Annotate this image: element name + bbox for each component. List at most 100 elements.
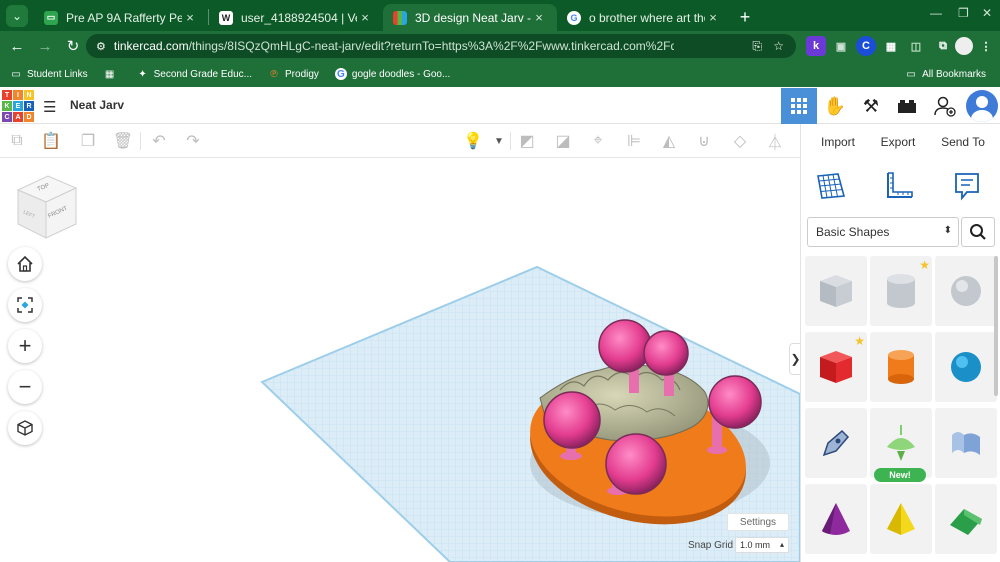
workplane-tool-icon[interactable] bbox=[811, 166, 851, 206]
send-to-button[interactable]: Send To bbox=[931, 130, 995, 154]
cylinder-shape[interactable] bbox=[870, 332, 932, 402]
box-shape[interactable]: ★ bbox=[805, 332, 867, 402]
avatar[interactable] bbox=[966, 90, 998, 122]
projection-toggle-button[interactable] bbox=[8, 411, 42, 445]
plus-icon: + bbox=[18, 333, 32, 358]
home-view-button[interactable] bbox=[8, 247, 42, 281]
pyramid-shape[interactable] bbox=[870, 484, 932, 554]
redo-icon[interactable]: ↷ bbox=[182, 130, 204, 152]
pink-tree[interactable] bbox=[605, 433, 667, 495]
browser-tab-active[interactable]: 3D design Neat Jarv - Tinkercad × bbox=[383, 4, 557, 31]
close-icon[interactable]: × bbox=[357, 10, 373, 25]
export-button[interactable]: Export bbox=[867, 130, 929, 154]
scribble-shape[interactable] bbox=[805, 408, 867, 478]
bookmark-google-doodles[interactable]: Ggogle doodles - Goo... bbox=[334, 68, 450, 80]
add-user-icon[interactable] bbox=[927, 88, 963, 124]
close-icon[interactable]: × bbox=[705, 10, 721, 25]
browser-tab[interactable]: W user_4188924504 | Verifying × bbox=[209, 4, 383, 31]
pickaxe-icon[interactable]: ⚒ bbox=[853, 88, 889, 124]
ungroup-icon[interactable]: ◪ bbox=[552, 130, 574, 152]
undo-icon[interactable]: ↶ bbox=[148, 130, 170, 152]
zoom-in-button[interactable]: + bbox=[8, 329, 42, 363]
delete-icon[interactable]: 🗑 bbox=[112, 130, 134, 152]
cruise-icon[interactable]: ⌖ bbox=[587, 130, 609, 152]
view-cube[interactable]: TOP FRONT LEFT bbox=[16, 175, 78, 239]
profile-icon[interactable] bbox=[955, 37, 973, 55]
new-tab-button[interactable]: + bbox=[731, 4, 759, 31]
all-bookmarks[interactable]: ▭ All Bookmarks bbox=[905, 68, 986, 80]
notes-tool-icon[interactable] bbox=[947, 166, 987, 206]
workplane-icon[interactable]: ◇ bbox=[729, 130, 751, 152]
import-button[interactable]: Import bbox=[807, 130, 869, 154]
cone-shape[interactable] bbox=[805, 484, 867, 554]
tinkercad-logo[interactable]: T I N K E R C A D bbox=[2, 90, 34, 122]
google-icon: G bbox=[567, 10, 581, 25]
workplane-canvas[interactable]: TOP FRONT LEFT bbox=[0, 158, 800, 562]
apps-grid-icon[interactable]: ▦ bbox=[104, 68, 121, 80]
lego-brick-icon[interactable] bbox=[889, 88, 925, 124]
back-icon[interactable]: ← bbox=[4, 33, 30, 59]
fit-view-button[interactable] bbox=[8, 288, 42, 322]
bookmark-star-icon[interactable]: ☆ bbox=[773, 39, 784, 53]
design-list-icon[interactable]: ☰ bbox=[43, 98, 56, 116]
3d-view-grid-icon[interactable] bbox=[781, 88, 817, 124]
box-hole-shape[interactable] bbox=[805, 256, 867, 326]
chevron-down-icon[interactable]: ▼ bbox=[488, 130, 510, 152]
snap-grid-select[interactable]: 1.0 mm ▴ bbox=[735, 537, 789, 553]
bookmark-second-grade[interactable]: ✦ Second Grade Educ... bbox=[137, 68, 252, 80]
chrome-menu-icon[interactable]: ⋮ bbox=[976, 36, 996, 56]
tinkercad-icon bbox=[393, 10, 407, 25]
close-window-icon[interactable]: ✕ bbox=[982, 6, 992, 20]
extension-icon[interactable]: ◫ bbox=[906, 36, 926, 56]
tab-title: o brother where art thou - Goog bbox=[589, 10, 705, 25]
paste-icon[interactable]: 📋 bbox=[40, 130, 62, 152]
tab-search-button[interactable]: ⌄ bbox=[6, 5, 28, 27]
extensions-puzzle-icon[interactable]: ⧉ bbox=[933, 36, 953, 56]
url-path: /things/8ISQzQmHLgC-neat-jarv/edit?retur… bbox=[188, 39, 674, 53]
3d-workplane-view[interactable]: TOP FRONT LEFT + − Settings Snap Grid 1.… bbox=[0, 158, 800, 562]
classroom-icon: ▭ bbox=[44, 10, 58, 25]
bookmark-prodigy[interactable]: ℗ Prodigy bbox=[268, 68, 319, 80]
browser-tab[interactable]: G o brother where art thou - Goog × bbox=[557, 4, 731, 31]
copy-icon[interactable]: ⧉ bbox=[6, 130, 28, 152]
reload-icon[interactable]: ↻ bbox=[60, 33, 86, 59]
shape-category-select[interactable]: Basic Shapes ⬍ bbox=[807, 217, 959, 247]
chevron-up-icon: ▴ bbox=[779, 540, 784, 549]
magnet-icon[interactable]: ⊍ bbox=[693, 130, 715, 152]
bookmark-student-links[interactable]: ▭ Student Links bbox=[10, 68, 87, 80]
install-app-icon[interactable]: ⎘ bbox=[752, 39, 762, 54]
roof-shape[interactable] bbox=[935, 484, 997, 554]
group-icon[interactable]: ◩ bbox=[516, 130, 538, 152]
minimize-icon[interactable]: — bbox=[930, 6, 942, 20]
ruler-icon[interactable]: ⏃ bbox=[764, 130, 786, 152]
sphere-hole-shape[interactable] bbox=[935, 256, 997, 326]
extension-grid-icon[interactable]: ▦ bbox=[881, 36, 901, 56]
restore-icon[interactable]: ❐ bbox=[958, 6, 969, 20]
shape-search-button[interactable] bbox=[961, 217, 995, 247]
text-shape[interactable] bbox=[935, 408, 997, 478]
browser-tab[interactable]: ▭ Pre AP 9A Rafferty Period 4 × bbox=[34, 4, 208, 31]
settings-button[interactable]: Settings bbox=[727, 513, 789, 531]
new-shape[interactable]: New! bbox=[870, 408, 932, 482]
ruler-tool-icon[interactable] bbox=[879, 166, 919, 206]
duplicate-icon[interactable]: ❐ bbox=[77, 130, 99, 152]
panel-scrollbar[interactable] bbox=[994, 256, 998, 396]
design-title[interactable]: Neat Jarv bbox=[70, 98, 124, 112]
extension-k-icon[interactable]: k bbox=[806, 36, 826, 56]
align-icon[interactable]: ⊫ bbox=[623, 130, 645, 152]
prodigy-icon: ℗ bbox=[270, 68, 278, 80]
zoom-out-button[interactable]: − bbox=[8, 370, 42, 404]
forward-icon[interactable]: → bbox=[32, 33, 58, 59]
close-icon[interactable]: × bbox=[182, 10, 198, 25]
blocks-hand-icon[interactable]: ✋ bbox=[817, 88, 853, 124]
site-info-icon[interactable]: ⚙ bbox=[96, 40, 106, 53]
extension-c-icon[interactable]: C bbox=[856, 36, 876, 56]
mirror-icon[interactable]: ◭ bbox=[658, 130, 680, 152]
sphere-shape[interactable] bbox=[935, 332, 997, 402]
lightbulb-icon[interactable]: 💡 bbox=[462, 130, 484, 152]
cylinder-hole-shape[interactable]: ★ bbox=[870, 256, 932, 326]
close-icon[interactable]: × bbox=[531, 10, 547, 25]
extension-icon[interactable]: ▣ bbox=[831, 36, 851, 56]
address-bar[interactable]: ⚙ tinkercad.com/things/8ISQzQmHLgC-neat-… bbox=[86, 34, 796, 58]
logo-letter: I bbox=[13, 90, 23, 100]
